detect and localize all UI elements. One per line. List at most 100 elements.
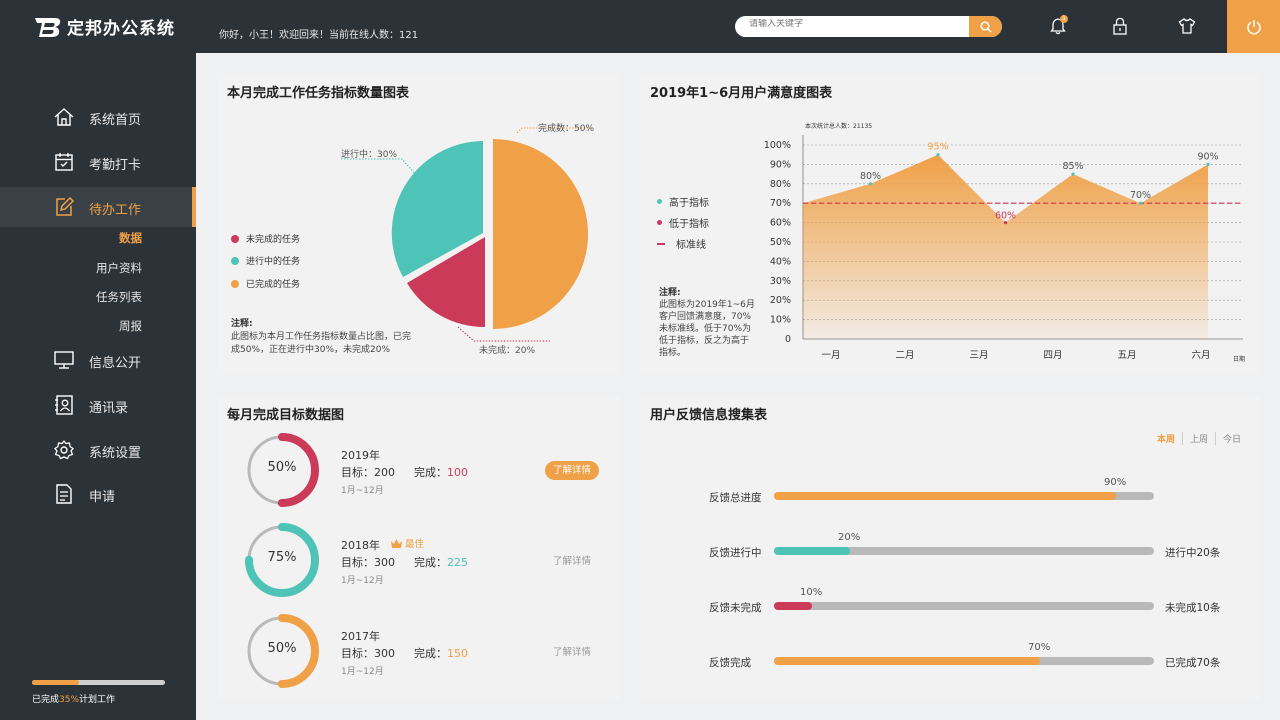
plan-progress-bar [32,680,165,685]
goal-values: 目标：200 完成：100 [341,464,468,480]
app-logo[interactable]: 定邦办公系统 [33,14,175,39]
target-label: 目标： [341,466,374,479]
detail-link[interactable]: 了解详情 [553,644,591,658]
feedback-count: 进行中20条 [1165,547,1221,559]
plan-value: 35% [59,695,80,705]
sidebar-item-info[interactable]: 信息公开 [0,340,196,380]
x-tick-label: 一月 [821,350,840,361]
sidebar-subitem-tasks[interactable]: 任务列表 [96,289,142,305]
sidebar-subitem-data[interactable]: 数据 [119,230,142,246]
legend-dot [231,279,239,288]
lock-icon[interactable] [1111,17,1129,35]
area-chart: 0 10% 20% 30% 40% 50% 60% 70% 80% 90% 100% 80% 95% 60… [764,135,1243,361]
y-tick-label: 90% [770,159,791,170]
sidebar-item-todo[interactable]: 待办工作 [0,187,196,227]
feedback-fill [774,602,812,610]
sidebar-item-label: 系统设置 [89,446,142,461]
data-point [936,153,940,157]
y-tick-label: 0 [785,334,791,345]
sidebar-item-label: 系统首页 [89,113,142,128]
legend-dot [231,256,239,265]
gear-icon [54,439,74,460]
y-tick-label: 40% [770,256,791,267]
target-value: 200 [374,466,395,479]
sidebar-item-apply[interactable]: 申请 [0,474,196,514]
search-input[interactable] [749,19,969,29]
feedback-percent: 20% [838,532,861,543]
target-label: 目标： [341,556,374,569]
detail-button[interactable]: 了解详情 [545,461,599,480]
sidebar-subitem-profile[interactable]: 用户资料 [96,260,142,276]
legend-dot [231,234,239,243]
y-tick-label: 50% [770,237,791,248]
goal-values: 目标：300 完成：150 [341,645,468,661]
done-value: 150 [447,647,468,660]
feedback-panel-title: 用户反馈信息搜集表 [650,408,768,423]
app-title: 定邦办公系统 [67,19,175,39]
data-point [1071,172,1075,176]
feedback-row: 反馈总进度 90% [640,475,1280,505]
sidebar-item-label: 待办工作 [89,203,142,218]
greeting-text: 你好，小王！欢迎回来！当前在线人数：121 [219,30,419,41]
pie-slice-done[interactable] [493,139,588,329]
goal-year: 2017年 [341,630,380,643]
tab-today[interactable]: 今日 [1214,432,1248,445]
sidebar: 系统首页 考勤打卡 待办工作 数据 用户资料 任务列表 周报 信息公开 通讯录 … [0,53,196,720]
goal-percent: 50% [267,641,297,656]
feedback-percent: 10% [800,587,823,598]
goals-panel: 每月完成目标数据图 50% 2019年 目标：200 完成：100 1月~12月 了解详情… [217,395,620,701]
feedback-count: 已完成70条 [1165,657,1221,669]
y-tick-label: 80% [770,179,791,190]
feedback-percent: 90% [1104,477,1127,488]
x-tick-label: 六月 [1191,349,1210,361]
tab-this-week[interactable]: 本周 [1150,432,1182,445]
callout-progress: 进行中：30% [341,150,398,160]
sidebar-item-label: 信息公开 [89,356,142,371]
feedback-row: 反馈未完成 10% 未完成10条 [640,585,1280,615]
feedback-row: 反馈进行中 20% 进行中20条 [640,530,1280,560]
data-label: 85% [1062,161,1083,172]
data-label: 70% [1130,190,1151,201]
goal-range: 1月~12月 [341,486,384,496]
data-label: 60% [995,211,1016,222]
legend-done: 已完成的任务 [231,277,300,290]
x-tick-label: 五月 [1117,350,1136,361]
pie-chart [341,127,592,342]
goal-percent: 50% [267,460,297,475]
sidebar-item-label: 考勤打卡 [89,158,142,173]
goal-range: 1月~12月 [341,667,384,677]
edit-icon [56,196,75,216]
plan-progress-fill [32,680,79,685]
legend-progress: 进行中的任务 [231,254,300,267]
goal-row: 75% 2018年 最佳 目标：300 完成：225 1月~12月 了解详情 [217,523,620,611]
monitor-icon [54,351,74,369]
shirt-icon[interactable] [1178,17,1196,35]
sidebar-item-attendance[interactable]: 考勤打卡 [0,142,196,182]
notification-badge: 1 [1060,15,1068,23]
pie-note-body: 此图标为本月工作任务指标数量占比图，已完成50%，正在进行中30%，未完成20% [231,332,412,355]
done-label: 完成： [414,556,447,569]
legend-label: 进行中的任务 [246,257,301,267]
pie-panel: 本月完成工作任务指标数量图表 完成数：50% 进行中：30% 未完成：20% 未… [217,73,620,375]
target-value: 300 [374,556,395,569]
data-point [1206,162,1210,166]
target-value: 300 [374,647,395,660]
sidebar-item-home[interactable]: 系统首页 [0,97,196,137]
search-button[interactable] [969,16,1002,37]
sidebar-subitem-weekly[interactable]: 周报 [119,318,142,334]
feedback-track [774,657,1154,665]
sidebar-item-contacts[interactable]: 通讯录 [0,385,196,425]
detail-link[interactable]: 了解详情 [553,553,591,567]
legend-label: 未完成的任务 [246,235,301,245]
plan-prefix: 已完成 [32,695,60,705]
plan-suffix: 计划工作 [79,695,116,705]
legend-undone: 未完成的任务 [231,232,300,245]
feedback-track [774,492,1154,500]
feedback-fill [774,492,1116,500]
feedback-row: 反馈完成 70% 已完成70条 [640,640,1280,670]
sidebar-item-settings[interactable]: 系统设置 [0,430,196,470]
tab-last-week[interactable]: 上周 [1181,432,1215,445]
goal-values: 目标：300 完成：225 [341,554,468,570]
y-tick-label: 10% [770,315,791,326]
power-button[interactable] [1227,0,1280,53]
